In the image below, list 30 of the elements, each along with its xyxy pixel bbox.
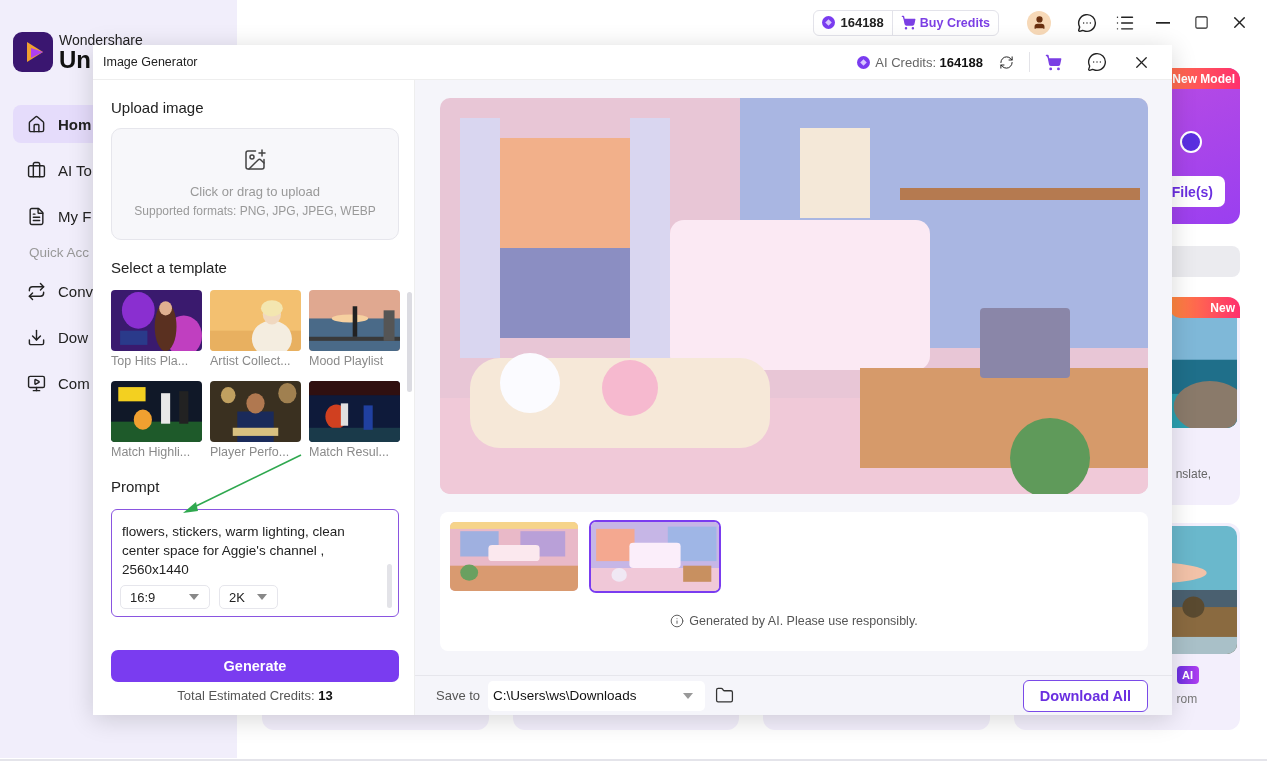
- template-caption: Player Perfo...: [210, 444, 291, 461]
- company-name: Wondershare: [59, 32, 143, 47]
- save-to-label: Save to: [436, 688, 481, 703]
- sidebar-item-label: AI To: [58, 161, 92, 179]
- ai-badge: AI: [1176, 666, 1199, 684]
- product-name: Un: [59, 47, 91, 72]
- section-label: Quick Acc: [29, 245, 91, 260]
- card-description: rom: [1176, 692, 1199, 706]
- sidebar-item-label: Dow: [58, 328, 88, 346]
- template-caption: Top Hits Pla...: [111, 353, 190, 370]
- template-caption: Artist Collect...: [210, 353, 292, 370]
- sidebar-item-label: My F: [58, 207, 92, 225]
- template-caption: Mood Playlist: [309, 353, 385, 370]
- upload-hint: Click or drag to upload: [189, 183, 321, 200]
- template-caption: Match Resul...: [309, 444, 390, 461]
- sidebar-item-label: Hom: [58, 115, 92, 133]
- sidebar-item-label: Conv: [58, 282, 94, 300]
- dialog-title: Image Generator: [103, 55, 199, 69]
- section-title: Prompt: [111, 477, 161, 497]
- template-caption: Match Highli...: [111, 444, 192, 461]
- disclaimer-text: Generated by AI. Please use responsibly.: [689, 614, 918, 628]
- new-badge: New: [1170, 297, 1240, 318]
- sidebar-item-label: Com: [58, 374, 90, 392]
- ai-credits: AI Credits: 164188: [875, 54, 983, 70]
- card-description: nslate,: [1175, 467, 1211, 481]
- upload-formats: Supported formats: PNG, JPG, JPEG, WEBP: [134, 203, 376, 220]
- section-title: Select a template: [111, 258, 228, 278]
- estimated-credits: Total Estimated Credits: 13: [176, 688, 334, 703]
- credits-value: 164188: [840, 15, 884, 30]
- section-title: Upload image: [111, 98, 205, 118]
